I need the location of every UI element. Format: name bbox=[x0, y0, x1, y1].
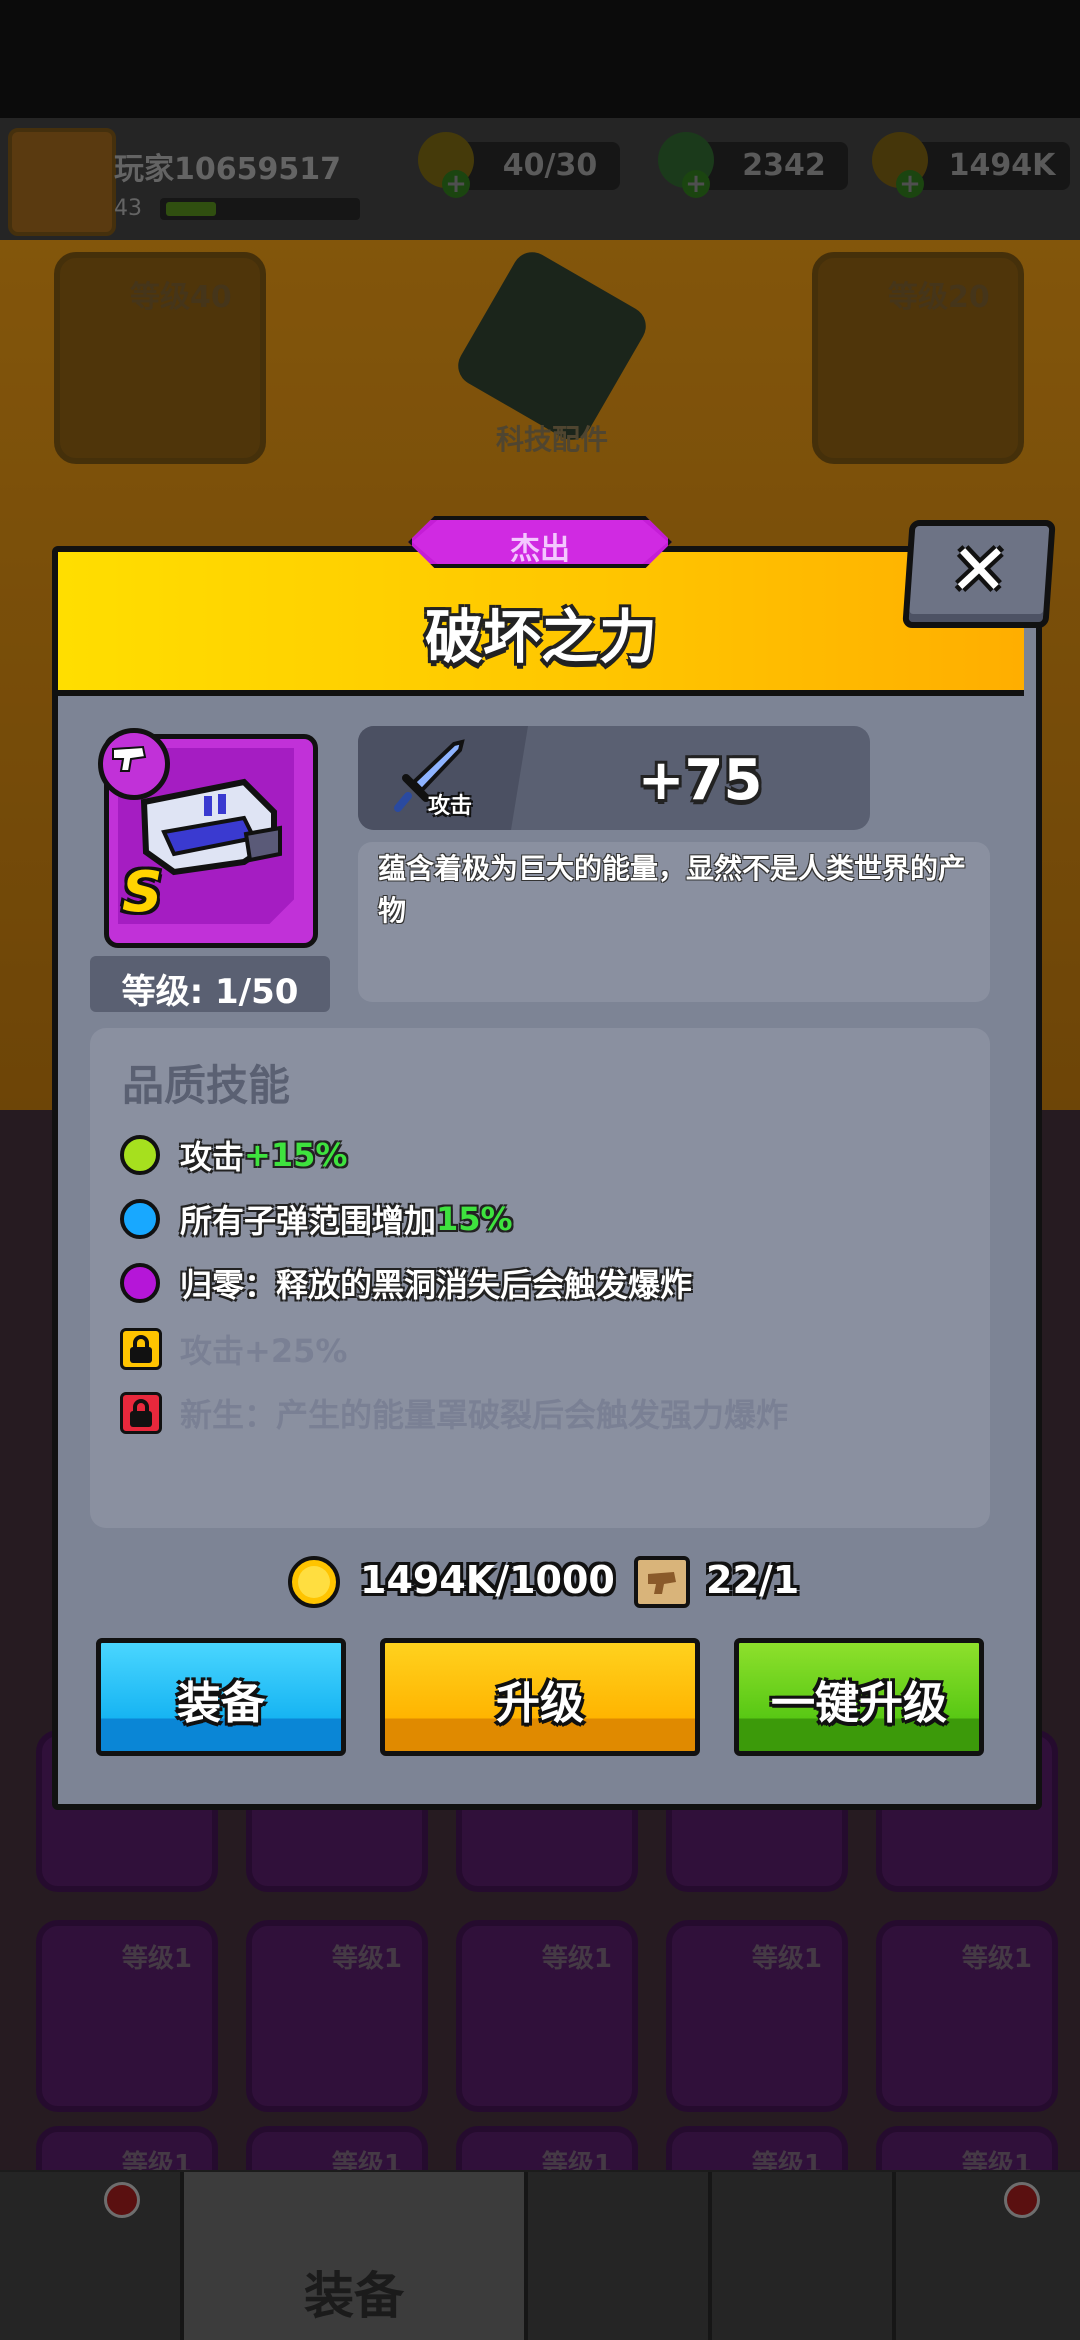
skill-text: 所有子弹范围增加 bbox=[180, 1202, 437, 1240]
coin-cost: 1494K/1000 bbox=[360, 1558, 615, 1602]
skill-row-locked: 攻击+25% bbox=[120, 1322, 347, 1376]
skill-row: 所有子弹范围增加 15% bbox=[120, 1192, 513, 1246]
item-type-badge bbox=[98, 728, 170, 800]
item-grade: S bbox=[122, 860, 163, 925]
attack-label: 攻击 bbox=[428, 794, 473, 819]
upgrade-button[interactable]: 升级 bbox=[380, 1638, 700, 1756]
rarity-badge: 杰出 bbox=[408, 516, 672, 568]
equip-button[interactable]: 装备 bbox=[96, 1638, 346, 1756]
skill-row: 归零：释放的黑洞消失后会触发爆炸 bbox=[120, 1256, 692, 1310]
skill-highlight: 15% bbox=[436, 1200, 513, 1238]
skill-text-locked: 攻击+25% bbox=[180, 1332, 348, 1370]
blueprint-scroll-icon bbox=[634, 1556, 690, 1608]
upgrade-button-label: 升级 bbox=[496, 1678, 584, 1729]
item-level-box: 等级: 1/50 bbox=[90, 956, 330, 1012]
equip-button-label: 装备 bbox=[177, 1678, 265, 1729]
attack-value: +75 bbox=[637, 748, 763, 813]
lock-icon bbox=[120, 1328, 162, 1370]
skill-row: 攻击 +15% bbox=[120, 1128, 347, 1182]
skill-text-locked: 新生：产生的能量罩破裂后会触发强力爆炸 bbox=[180, 1396, 789, 1434]
one-click-upgrade-button[interactable]: 一键升级 bbox=[734, 1638, 984, 1756]
close-icon: ✕ bbox=[947, 529, 1012, 611]
one-click-upgrade-label: 一键升级 bbox=[771, 1678, 947, 1729]
purple-dot-icon bbox=[120, 1263, 160, 1303]
coin-icon-inner bbox=[298, 1566, 330, 1598]
gun-icon bbox=[112, 745, 147, 772]
item-level: 等级: 1/50 bbox=[121, 972, 299, 1012]
rarity-label: 杰出 bbox=[510, 532, 570, 567]
skill-text: 攻击 bbox=[180, 1138, 245, 1176]
quality-skills-title: 品质技能 bbox=[122, 1061, 291, 1110]
item-description: 蕴含着极为巨大的能量，显然不是人类世界的产物 bbox=[378, 852, 967, 927]
close-button[interactable]: ✕ bbox=[902, 520, 1056, 628]
skill-highlight: +15% bbox=[244, 1136, 348, 1174]
lock-icon bbox=[120, 1392, 162, 1434]
blue-dot-icon bbox=[120, 1199, 160, 1239]
green-dot-icon bbox=[120, 1135, 160, 1175]
item-title: 破坏之力 bbox=[424, 603, 657, 671]
skill-text: 归零：释放的黑洞消失后会触发爆炸 bbox=[180, 1266, 693, 1304]
scroll-cost: 22/1 bbox=[706, 1558, 800, 1602]
skill-row-locked: 新生：产生的能量罩破裂后会触发强力爆炸 bbox=[120, 1386, 788, 1440]
